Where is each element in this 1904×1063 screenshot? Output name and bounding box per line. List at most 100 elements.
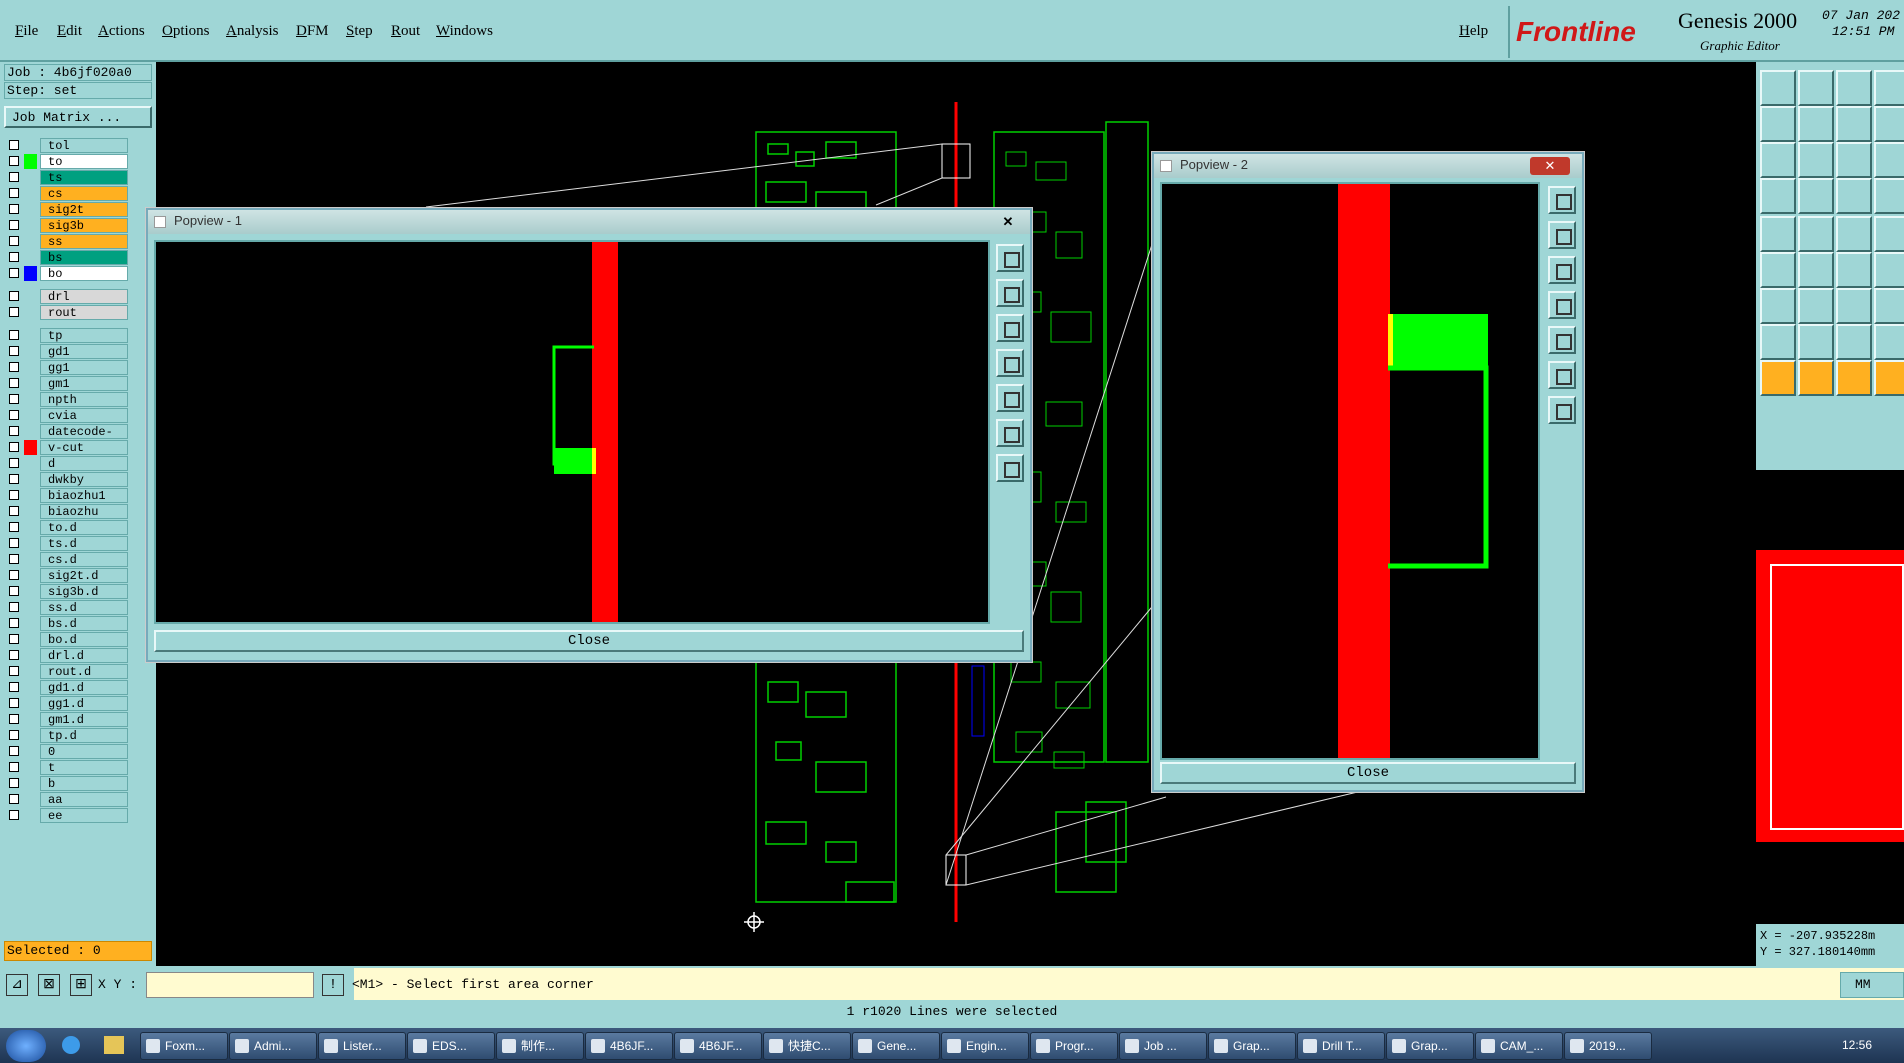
layer-row[interactable]: to.d bbox=[6, 520, 128, 535]
layer-name[interactable]: ee bbox=[40, 808, 128, 823]
taskbar-item[interactable]: Admi... bbox=[229, 1032, 317, 1060]
tool-home-icon[interactable] bbox=[1836, 288, 1872, 324]
layer-color-swatch[interactable] bbox=[24, 648, 37, 663]
layer-color-swatch[interactable] bbox=[24, 552, 37, 567]
ie-icon[interactable] bbox=[62, 1036, 80, 1054]
units-selector[interactable]: MM bbox=[1840, 972, 1904, 998]
layer-checkbox[interactable] bbox=[9, 330, 19, 340]
layer-color-swatch[interactable] bbox=[24, 266, 37, 281]
layer-name[interactable]: cs bbox=[40, 186, 128, 201]
layer-row[interactable]: gd1 bbox=[6, 344, 128, 359]
menu-windows[interactable]: Windows bbox=[436, 23, 493, 40]
layer-checkbox[interactable] bbox=[9, 442, 19, 452]
taskbar-item[interactable]: Foxm... bbox=[140, 1032, 228, 1060]
layer-row[interactable]: tp bbox=[6, 328, 128, 343]
layer-color-swatch[interactable] bbox=[24, 488, 37, 503]
tool-zoom-icon[interactable] bbox=[1798, 288, 1834, 324]
layer-checkbox[interactable] bbox=[9, 362, 19, 372]
taskbar-item[interactable]: Progr... bbox=[1030, 1032, 1118, 1060]
layer-row[interactable]: drl.d bbox=[6, 648, 128, 663]
tool-layers-icon[interactable] bbox=[1836, 252, 1872, 288]
taskbar-item[interactable]: 制作... bbox=[496, 1032, 584, 1060]
layer-checkbox[interactable] bbox=[9, 554, 19, 564]
layer-checkbox[interactable] bbox=[9, 698, 19, 708]
popview-1-titlebar[interactable]: Popview - 1 bbox=[148, 210, 1030, 234]
taskbar-item[interactable]: 2019... bbox=[1564, 1032, 1652, 1060]
tool-home-icon[interactable] bbox=[1836, 178, 1872, 214]
layer-row[interactable]: bs bbox=[6, 250, 128, 265]
layer-color-swatch[interactable] bbox=[24, 408, 37, 423]
layer-checkbox[interactable] bbox=[9, 236, 19, 246]
taskbar-item[interactable]: 4B6JF... bbox=[674, 1032, 762, 1060]
layer-row[interactable]: cvia bbox=[6, 408, 128, 423]
layer-color-swatch[interactable] bbox=[24, 328, 37, 343]
layer-color-swatch[interactable] bbox=[24, 218, 37, 233]
layer-color-swatch[interactable] bbox=[24, 808, 37, 823]
layer-color-swatch[interactable] bbox=[24, 664, 37, 679]
layer-name[interactable]: rout bbox=[40, 305, 128, 320]
layer-checkbox[interactable] bbox=[9, 762, 19, 772]
layer-name[interactable]: sig3b.d bbox=[40, 584, 128, 599]
layer-color-swatch[interactable] bbox=[24, 202, 37, 217]
layer-checkbox[interactable] bbox=[9, 714, 19, 724]
popview-1-close-button[interactable]: Close bbox=[154, 630, 1024, 652]
tool-split-icon[interactable] bbox=[1874, 360, 1904, 396]
tool-measure-icon[interactable] bbox=[1798, 216, 1834, 252]
layer-checkbox[interactable] bbox=[9, 586, 19, 596]
info-icon[interactable]: ! bbox=[322, 974, 344, 996]
measure-icon[interactable]: ⊿ bbox=[6, 974, 28, 996]
layer-name[interactable]: gg1 bbox=[40, 360, 128, 375]
layer-color-swatch[interactable] bbox=[24, 360, 37, 375]
layer-checkbox[interactable] bbox=[9, 458, 19, 468]
zoom-out-button[interactable] bbox=[1548, 256, 1576, 284]
layer-name[interactable]: gd1 bbox=[40, 344, 128, 359]
pan-right-button[interactable] bbox=[996, 384, 1024, 412]
layer-color-swatch[interactable] bbox=[24, 712, 37, 727]
layer-name[interactable]: dwkby bbox=[40, 472, 128, 487]
layer-name[interactable]: datecode-ptc bbox=[40, 424, 128, 453]
layer-name[interactable]: aa bbox=[40, 792, 128, 807]
layer-checkbox[interactable] bbox=[9, 252, 19, 262]
layer-color-swatch[interactable] bbox=[24, 289, 37, 304]
tool-layers-icon[interactable] bbox=[1836, 142, 1872, 178]
layer-color-swatch[interactable] bbox=[24, 234, 37, 249]
layer-checkbox[interactable] bbox=[9, 794, 19, 804]
layer-row[interactable]: 0 bbox=[6, 744, 128, 759]
home-view-button[interactable] bbox=[1548, 396, 1576, 424]
layer-name[interactable]: bo bbox=[40, 266, 128, 281]
tool-snap-icon[interactable] bbox=[1836, 106, 1872, 142]
layer-row[interactable]: ts.d bbox=[6, 536, 128, 551]
layer-color-swatch[interactable] bbox=[24, 472, 37, 487]
tool-tiles-icon[interactable] bbox=[1760, 252, 1796, 288]
layer-row[interactable]: b bbox=[6, 776, 128, 791]
menu-analysis[interactable]: Analysis bbox=[226, 23, 279, 40]
layer-checkbox[interactable] bbox=[9, 346, 19, 356]
tool-layer-icon[interactable] bbox=[1760, 216, 1796, 252]
layer-color-swatch[interactable] bbox=[24, 344, 37, 359]
layer-name[interactable]: ss bbox=[40, 234, 128, 249]
layer-checkbox[interactable] bbox=[9, 268, 19, 278]
taskbar-item[interactable]: 快捷C... bbox=[763, 1032, 851, 1060]
tool-split-icon[interactable] bbox=[1874, 142, 1904, 178]
layer-row[interactable]: biaozhu bbox=[6, 504, 128, 519]
layer-name[interactable]: bs.d bbox=[40, 616, 128, 631]
menu-file[interactable]: File bbox=[15, 23, 38, 40]
tool-highlight-icon[interactable] bbox=[1874, 216, 1904, 252]
layer-row[interactable]: sig3b.d bbox=[6, 584, 128, 599]
zoom-window-button[interactable] bbox=[996, 244, 1024, 272]
layer-name[interactable]: tp.d bbox=[40, 728, 128, 743]
tool-route-icon[interactable] bbox=[1798, 142, 1834, 178]
layer-color-swatch[interactable] bbox=[24, 616, 37, 631]
layer-checkbox[interactable] bbox=[9, 602, 19, 612]
layer-row[interactable]: v-cut bbox=[6, 440, 128, 455]
tool-tiles-icon[interactable] bbox=[1760, 360, 1796, 396]
home-view-button[interactable] bbox=[996, 454, 1024, 482]
layer-row[interactable]: cs.d bbox=[6, 552, 128, 567]
layer-name[interactable]: rout.d bbox=[40, 664, 128, 679]
layer-row[interactable]: bs.d bbox=[6, 616, 128, 631]
menu-rout[interactable]: Rout bbox=[391, 23, 420, 40]
layer-color-swatch[interactable] bbox=[24, 456, 37, 471]
layer-name[interactable]: v-cut bbox=[40, 440, 128, 455]
layer-name[interactable]: b bbox=[40, 776, 128, 791]
layer-row[interactable]: rout bbox=[6, 305, 128, 320]
